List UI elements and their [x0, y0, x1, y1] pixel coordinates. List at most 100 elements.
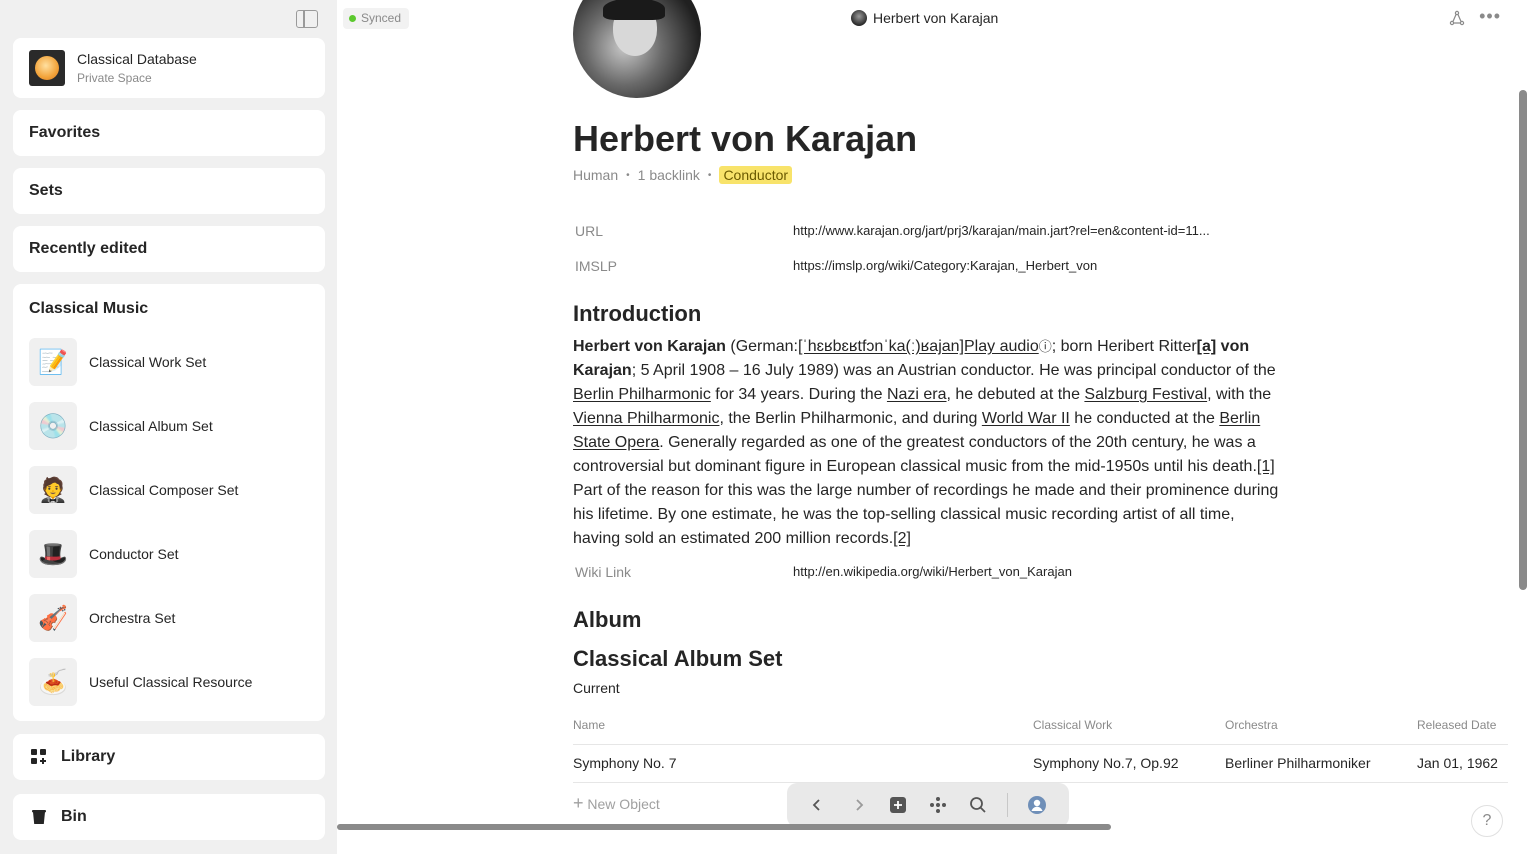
library-icon: [31, 749, 46, 764]
separator-dot: •: [626, 169, 630, 181]
sync-status[interactable]: Synced: [343, 8, 410, 29]
list-item[interactable]: 🎩 Conductor Set: [29, 530, 319, 578]
table-cell[interactable]: Symphony No. 7: [573, 755, 677, 771]
sidebar-item-recently-edited[interactable]: Recently edited: [13, 226, 325, 272]
ipa-link[interactable]: [ˈhɛʁbɛʁtfɔnˈka(ː)ʁajan]Play audio: [798, 338, 1039, 355]
header-object-title: Herbert von Karajan: [851, 10, 998, 26]
footnote-link[interactable]: [2]: [893, 530, 911, 547]
horizontal-scrollbar[interactable]: [337, 824, 1111, 830]
column-header[interactable]: Orchestra: [1225, 718, 1278, 732]
link-salzburg-festival[interactable]: Salzburg Festival: [1084, 386, 1207, 403]
text: ; born Heribert Ritter: [1051, 338, 1197, 355]
violin-icon: 🎻: [29, 594, 77, 642]
composer-icon: 🤵: [29, 466, 77, 514]
heading-introduction[interactable]: Introduction: [573, 301, 701, 327]
backlinks[interactable]: 1 backlink: [638, 167, 700, 183]
sidebar-item-label: Bin: [61, 808, 87, 825]
object-meta: Human • 1 backlink • Conductor: [573, 166, 793, 184]
sidebar-item-label: Sets: [29, 182, 63, 199]
disc-icon: 💿: [29, 402, 77, 450]
plus-icon: +: [573, 793, 584, 813]
sidebar-item-label: Favorites: [29, 124, 101, 141]
top-hat-icon: 🎩: [29, 530, 77, 578]
list-item-label: Conductor Set: [89, 546, 179, 562]
avatar: [851, 10, 867, 26]
table-cell[interactable]: Symphony No.7, Op.92: [1033, 755, 1179, 771]
help-button[interactable]: ?: [1471, 805, 1503, 837]
text: ; 5 April 1908 – 16 July 1989) was an Au…: [631, 362, 1276, 379]
text: (German:: [725, 338, 798, 355]
list-item[interactable]: 🍝 Useful Classical Resource: [29, 658, 319, 706]
spaghetti-icon: 🍝: [29, 658, 77, 706]
table-cell[interactable]: Jan 01, 1962: [1417, 755, 1498, 771]
vertical-scrollbar[interactable]: [1519, 90, 1527, 590]
link-berlin-philharmonic[interactable]: Berlin Philharmonic: [573, 386, 711, 403]
table-cell[interactable]: Berliner Philharmoniker: [1225, 755, 1371, 771]
list-item-label: Classical Composer Set: [89, 482, 239, 498]
object-type[interactable]: Human: [573, 167, 618, 183]
widget-title[interactable]: Classical Music: [29, 300, 148, 318]
create-object-icon[interactable]: [888, 795, 908, 815]
text: , he debuted at the: [946, 386, 1085, 403]
list-item[interactable]: 💿 Classical Album Set: [29, 402, 319, 450]
intro-paragraph[interactable]: Herbert von Karajan (German:[ˈhɛʁbɛʁtfɔn…: [573, 335, 1285, 551]
forward-icon[interactable]: [849, 795, 869, 815]
column-header[interactable]: Name: [573, 718, 605, 732]
relation-value[interactable]: http://en.wikipedia.org/wiki/Herbert_von…: [793, 564, 1072, 579]
link-nazi-era[interactable]: Nazi era: [887, 386, 947, 403]
footnote-link[interactable]: [1]: [1257, 458, 1275, 475]
profile-icon[interactable]: [1027, 795, 1047, 815]
relation-value[interactable]: https://imslp.org/wiki/Category:Karajan,…: [793, 258, 1097, 273]
widget-classical-music: Classical Music 📝 Classical Work Set 💿 C…: [13, 284, 325, 721]
relation-label: Wiki Link: [575, 564, 632, 580]
new-object-label: New Object: [587, 796, 660, 812]
sidebar-item-favorites[interactable]: Favorites: [13, 110, 325, 156]
sidebar-toggle-icon[interactable]: [296, 10, 318, 28]
graph-dots-icon[interactable]: [928, 795, 948, 815]
relation-value[interactable]: http://www.karajan.org/jart/prj3/karajan…: [793, 223, 1210, 238]
space-name: Classical Database: [77, 51, 197, 67]
page-title[interactable]: Herbert von Karajan: [573, 118, 917, 160]
space-subtitle: Private Space: [77, 71, 152, 85]
column-header[interactable]: Classical Work: [1033, 718, 1112, 732]
main-editor: Synced Herbert von Karajan ••• Herbert v…: [337, 0, 1529, 854]
column-header[interactable]: Released Date: [1417, 718, 1496, 732]
text: he conducted at the: [1069, 410, 1220, 427]
list-item-label: Useful Classical Resource: [89, 674, 253, 690]
list-item-label: Classical Work Set: [89, 354, 207, 370]
object-portrait[interactable]: [573, 0, 701, 98]
new-object-button[interactable]: + New Object: [573, 793, 660, 814]
relation-label: URL: [575, 223, 604, 239]
list-item-label: Orchestra Set: [89, 610, 176, 626]
tag-badge[interactable]: Conductor: [719, 166, 793, 184]
sidebar: Classical Database Private Space Favorit…: [0, 0, 337, 854]
sidebar-item-label: Recently edited: [29, 240, 148, 257]
sidebar-item-bin[interactable]: Bin: [13, 794, 325, 840]
separator-dot: •: [707, 169, 712, 181]
bold-name: Herbert von Karajan: [573, 338, 726, 355]
heading-album[interactable]: Album: [573, 607, 641, 633]
footnote-link[interactable]: [a]: [1197, 338, 1217, 355]
list-item[interactable]: 📝 Classical Work Set: [29, 338, 319, 386]
link-world-war-ii[interactable]: World War II: [982, 410, 1070, 427]
inline-set-title[interactable]: Classical Album Set: [573, 646, 782, 672]
space-switcher[interactable]: Classical Database Private Space: [13, 38, 325, 98]
bin-icon: [32, 810, 46, 824]
graph-icon[interactable]: [1449, 10, 1465, 26]
list-item[interactable]: 🤵 Classical Composer Set: [29, 466, 319, 514]
sidebar-item-label: Library: [61, 748, 116, 765]
search-icon[interactable]: [968, 795, 988, 815]
more-icon[interactable]: •••: [1479, 6, 1501, 27]
header-title-text: Herbert von Karajan: [873, 10, 999, 26]
list-item[interactable]: 🎻 Orchestra Set: [29, 594, 319, 642]
link-vienna-philharmonic[interactable]: Vienna Philharmonic: [573, 410, 719, 427]
tab-current-view[interactable]: Current: [573, 680, 620, 696]
sidebar-item-library[interactable]: Library: [13, 734, 325, 780]
notepad-icon: 📝: [29, 338, 77, 386]
text: , with the: [1207, 386, 1272, 403]
back-icon[interactable]: [807, 795, 827, 815]
sidebar-item-sets[interactable]: Sets: [13, 168, 325, 214]
text: for 34 years. During the: [710, 386, 887, 403]
navbar-divider: [1007, 793, 1008, 817]
relation-label: IMSLP: [575, 258, 618, 274]
